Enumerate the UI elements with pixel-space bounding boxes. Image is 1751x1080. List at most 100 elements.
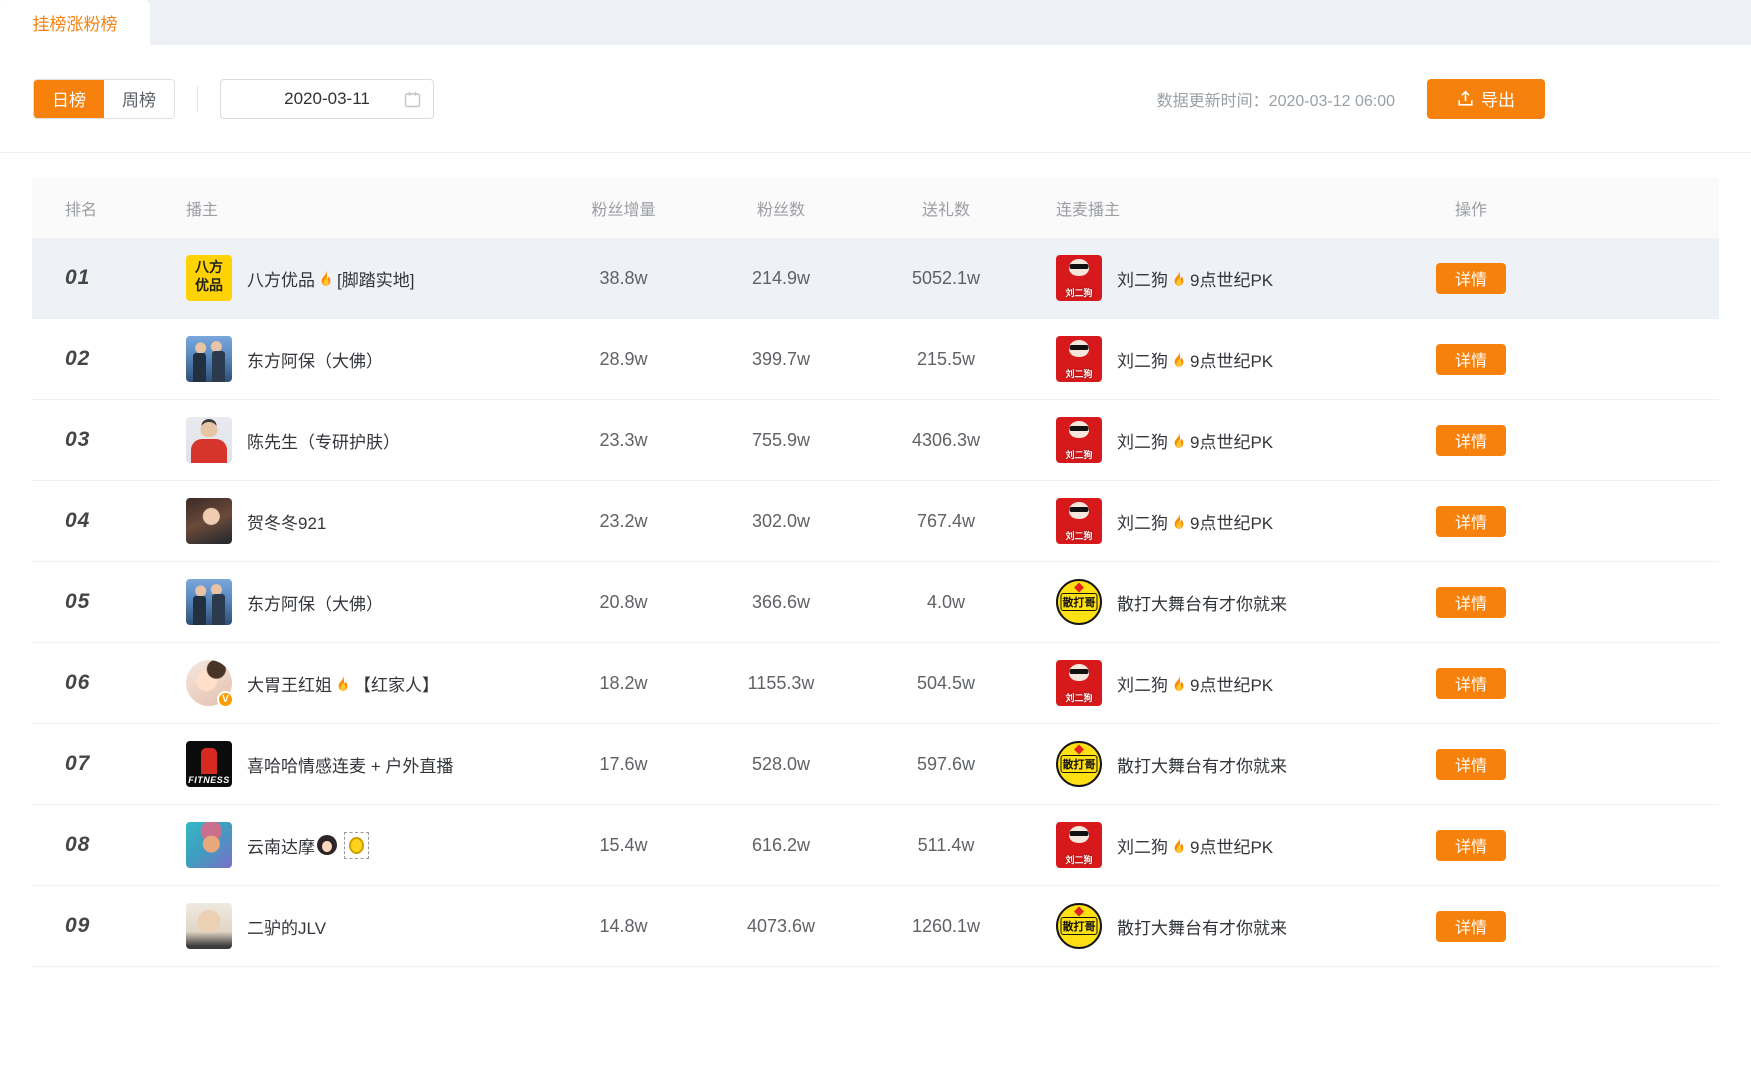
fan-count-cell: 214.9w: [701, 268, 861, 289]
detail-button[interactable]: 详情: [1436, 506, 1506, 537]
name-text: 东方阿保（大佛）: [247, 590, 383, 615]
fan-increase-cell: 28.9w: [546, 349, 701, 370]
name-text: [脚踏实地]: [337, 266, 414, 291]
fire-icon: [1170, 349, 1188, 369]
name-text: 二驴的JLV: [247, 914, 326, 939]
fire-icon: [1170, 835, 1188, 855]
rank-cell: 04: [32, 509, 186, 533]
cohost-cell: 散打哥 散打大舞台有才你就来: [1031, 579, 1411, 625]
avatar-label: 散打哥: [1061, 593, 1098, 611]
cohost-cell: 刘二狗刘二狗9点世纪PK: [1031, 660, 1411, 706]
table-row[interactable]: 01八方优品八方优品[脚踏实地]38.8w214.9w5052.1w刘二狗刘二狗…: [32, 238, 1719, 319]
fan-increase-cell: 18.2w: [546, 673, 701, 694]
name-text: 9点世纪PK: [1190, 347, 1273, 372]
action-cell: 详情: [1411, 749, 1531, 780]
table-row[interactable]: 04贺冬冬92123.2w302.0w767.4w刘二狗刘二狗9点世纪PK详情: [32, 481, 1719, 562]
action-cell: 详情: [1411, 587, 1531, 618]
broadcaster-cell: FITNESS 喜哈哈情感连麦 + 户外直播: [186, 741, 546, 787]
name-text: 刘二狗: [1117, 833, 1168, 858]
rank-cell: 05: [32, 590, 186, 614]
cohost-cell: 刘二狗刘二狗9点世纪PK: [1031, 336, 1411, 382]
missing-icon: [344, 832, 369, 859]
table-row[interactable]: 02东方阿保（大佛）28.9w399.7w215.5w刘二狗刘二狗9点世纪PK详…: [32, 319, 1719, 400]
column-header-cohost: 连麦播主: [1031, 196, 1411, 220]
detail-button[interactable]: 详情: [1436, 749, 1506, 780]
export-button[interactable]: 导出: [1427, 79, 1545, 119]
detail-button[interactable]: 详情: [1436, 344, 1506, 375]
broadcaster-avatar: [186, 579, 232, 625]
broadcaster-name: 东方阿保（大佛）: [247, 347, 383, 372]
cohost-cell: 刘二狗刘二狗9点世纪PK: [1031, 498, 1411, 544]
name-text: 八方优品: [247, 266, 315, 291]
cohost-name: 散打大舞台有才你就来: [1117, 752, 1287, 777]
gift-count-cell: 4.0w: [861, 592, 1031, 613]
name-text: 刘二狗: [1117, 671, 1168, 696]
broadcaster-avatar: [186, 417, 232, 463]
broadcaster-name: 喜哈哈情感连麦 + 户外直播: [247, 752, 453, 777]
weekly-tab-button[interactable]: 周榜: [104, 80, 174, 118]
gift-count-cell: 504.5w: [861, 673, 1031, 694]
fan-count-cell: 1155.3w: [701, 673, 861, 694]
table-row[interactable]: 03陈先生（专研护肤）23.3w755.9w4306.3w刘二狗刘二狗9点世纪P…: [32, 400, 1719, 481]
fire-icon: [317, 268, 335, 288]
broadcaster-name: 陈先生（专研护肤）: [247, 428, 400, 453]
tab-ranking[interactable]: 挂榜涨粉榜: [0, 0, 150, 45]
broadcaster-cell: 陈先生（专研护肤）: [186, 417, 546, 463]
cohost-name: 刘二狗 9点世纪PK: [1117, 428, 1273, 453]
broadcaster-name: 二驴的JLV: [247, 914, 326, 939]
avatar-label: 刘二狗: [1056, 367, 1102, 380]
broadcaster-cell: 东方阿保（大佛）: [186, 579, 546, 625]
table-row[interactable]: 08云南达摩15.4w616.2w511.4w刘二狗刘二狗9点世纪PK详情: [32, 805, 1719, 886]
cohost-avatar: 散打哥: [1056, 579, 1102, 625]
action-cell: 详情: [1411, 263, 1531, 294]
page: 挂榜涨粉榜 日榜 周榜 2020-03-11 数据更新时间：2020-03-12…: [0, 0, 1751, 1080]
name-text: 9点世纪PK: [1190, 428, 1273, 453]
fire-icon: [1170, 511, 1188, 531]
table-row[interactable]: 06V大胃王红姐【红家人】18.2w1155.3w504.5w刘二狗刘二狗9点世…: [32, 643, 1719, 724]
detail-button[interactable]: 详情: [1436, 587, 1506, 618]
gift-count-cell: 215.5w: [861, 349, 1031, 370]
avatar-label: 散打哥: [1061, 917, 1098, 935]
date-picker[interactable]: 2020-03-11: [220, 79, 434, 119]
broadcaster-name: 云南达摩: [247, 832, 369, 859]
fan-count-cell: 399.7w: [701, 349, 861, 370]
fan-count-cell: 302.0w: [701, 511, 861, 532]
name-text: 刘二狗: [1117, 347, 1168, 372]
fan-increase-cell: 38.8w: [546, 268, 701, 289]
rank-cell: 06: [32, 671, 186, 695]
detail-button[interactable]: 详情: [1436, 425, 1506, 456]
gift-count-cell: 1260.1w: [861, 916, 1031, 937]
cohost-cell: 刘二狗刘二狗 9点世纪PK: [1031, 417, 1411, 463]
name-text: 刘二狗: [1117, 428, 1168, 453]
daily-tab-button[interactable]: 日榜: [34, 80, 104, 118]
table-row[interactable]: 07FITNESS喜哈哈情感连麦 + 户外直播17.6w528.0w597.6w…: [32, 724, 1719, 805]
cohost-avatar: 散打哥: [1056, 903, 1102, 949]
avatar-label: 散打哥: [1061, 755, 1098, 773]
detail-button[interactable]: 详情: [1436, 668, 1506, 699]
broadcaster-avatar: FITNESS: [186, 741, 232, 787]
name-text: 9点世纪PK: [1190, 671, 1273, 696]
detail-button[interactable]: 详情: [1436, 830, 1506, 861]
detail-button[interactable]: 详情: [1436, 911, 1506, 942]
avatar-label: 刘二狗: [1056, 286, 1102, 299]
detail-button[interactable]: 详情: [1436, 263, 1506, 294]
cohost-name: 散打大舞台有才你就来: [1117, 590, 1287, 615]
name-text: 大胃王红姐: [247, 671, 332, 696]
column-header-rank: 排名: [32, 196, 186, 220]
broadcaster-name: 东方阿保（大佛）: [247, 590, 383, 615]
table-row[interactable]: 05东方阿保（大佛）20.8w366.6w4.0w散打哥散打大舞台有才你就来详情: [32, 562, 1719, 643]
table-header: 排名 播主 粉丝增量 粉丝数 送礼数 连麦播主 操作: [32, 178, 1719, 238]
name-text: 【红家人】: [354, 671, 439, 696]
gift-count-cell: 5052.1w: [861, 268, 1031, 289]
table-row[interactable]: 09二驴的JLV14.8w4073.6w1260.1w散打哥散打大舞台有才你就来…: [32, 886, 1719, 967]
gift-count-cell: 767.4w: [861, 511, 1031, 532]
period-toggle: 日榜 周榜: [33, 79, 175, 119]
cohost-avatar: 刘二狗: [1056, 822, 1102, 868]
broadcaster-cell: 东方阿保（大佛）: [186, 336, 546, 382]
fan-increase-cell: 14.8w: [546, 916, 701, 937]
name-text: 刘二狗: [1117, 266, 1168, 291]
broadcaster-avatar: 八方优品: [186, 255, 232, 301]
fire-icon: [334, 673, 352, 693]
fan-increase-cell: 20.8w: [546, 592, 701, 613]
cohost-name: 刘二狗9点世纪PK: [1117, 509, 1273, 534]
